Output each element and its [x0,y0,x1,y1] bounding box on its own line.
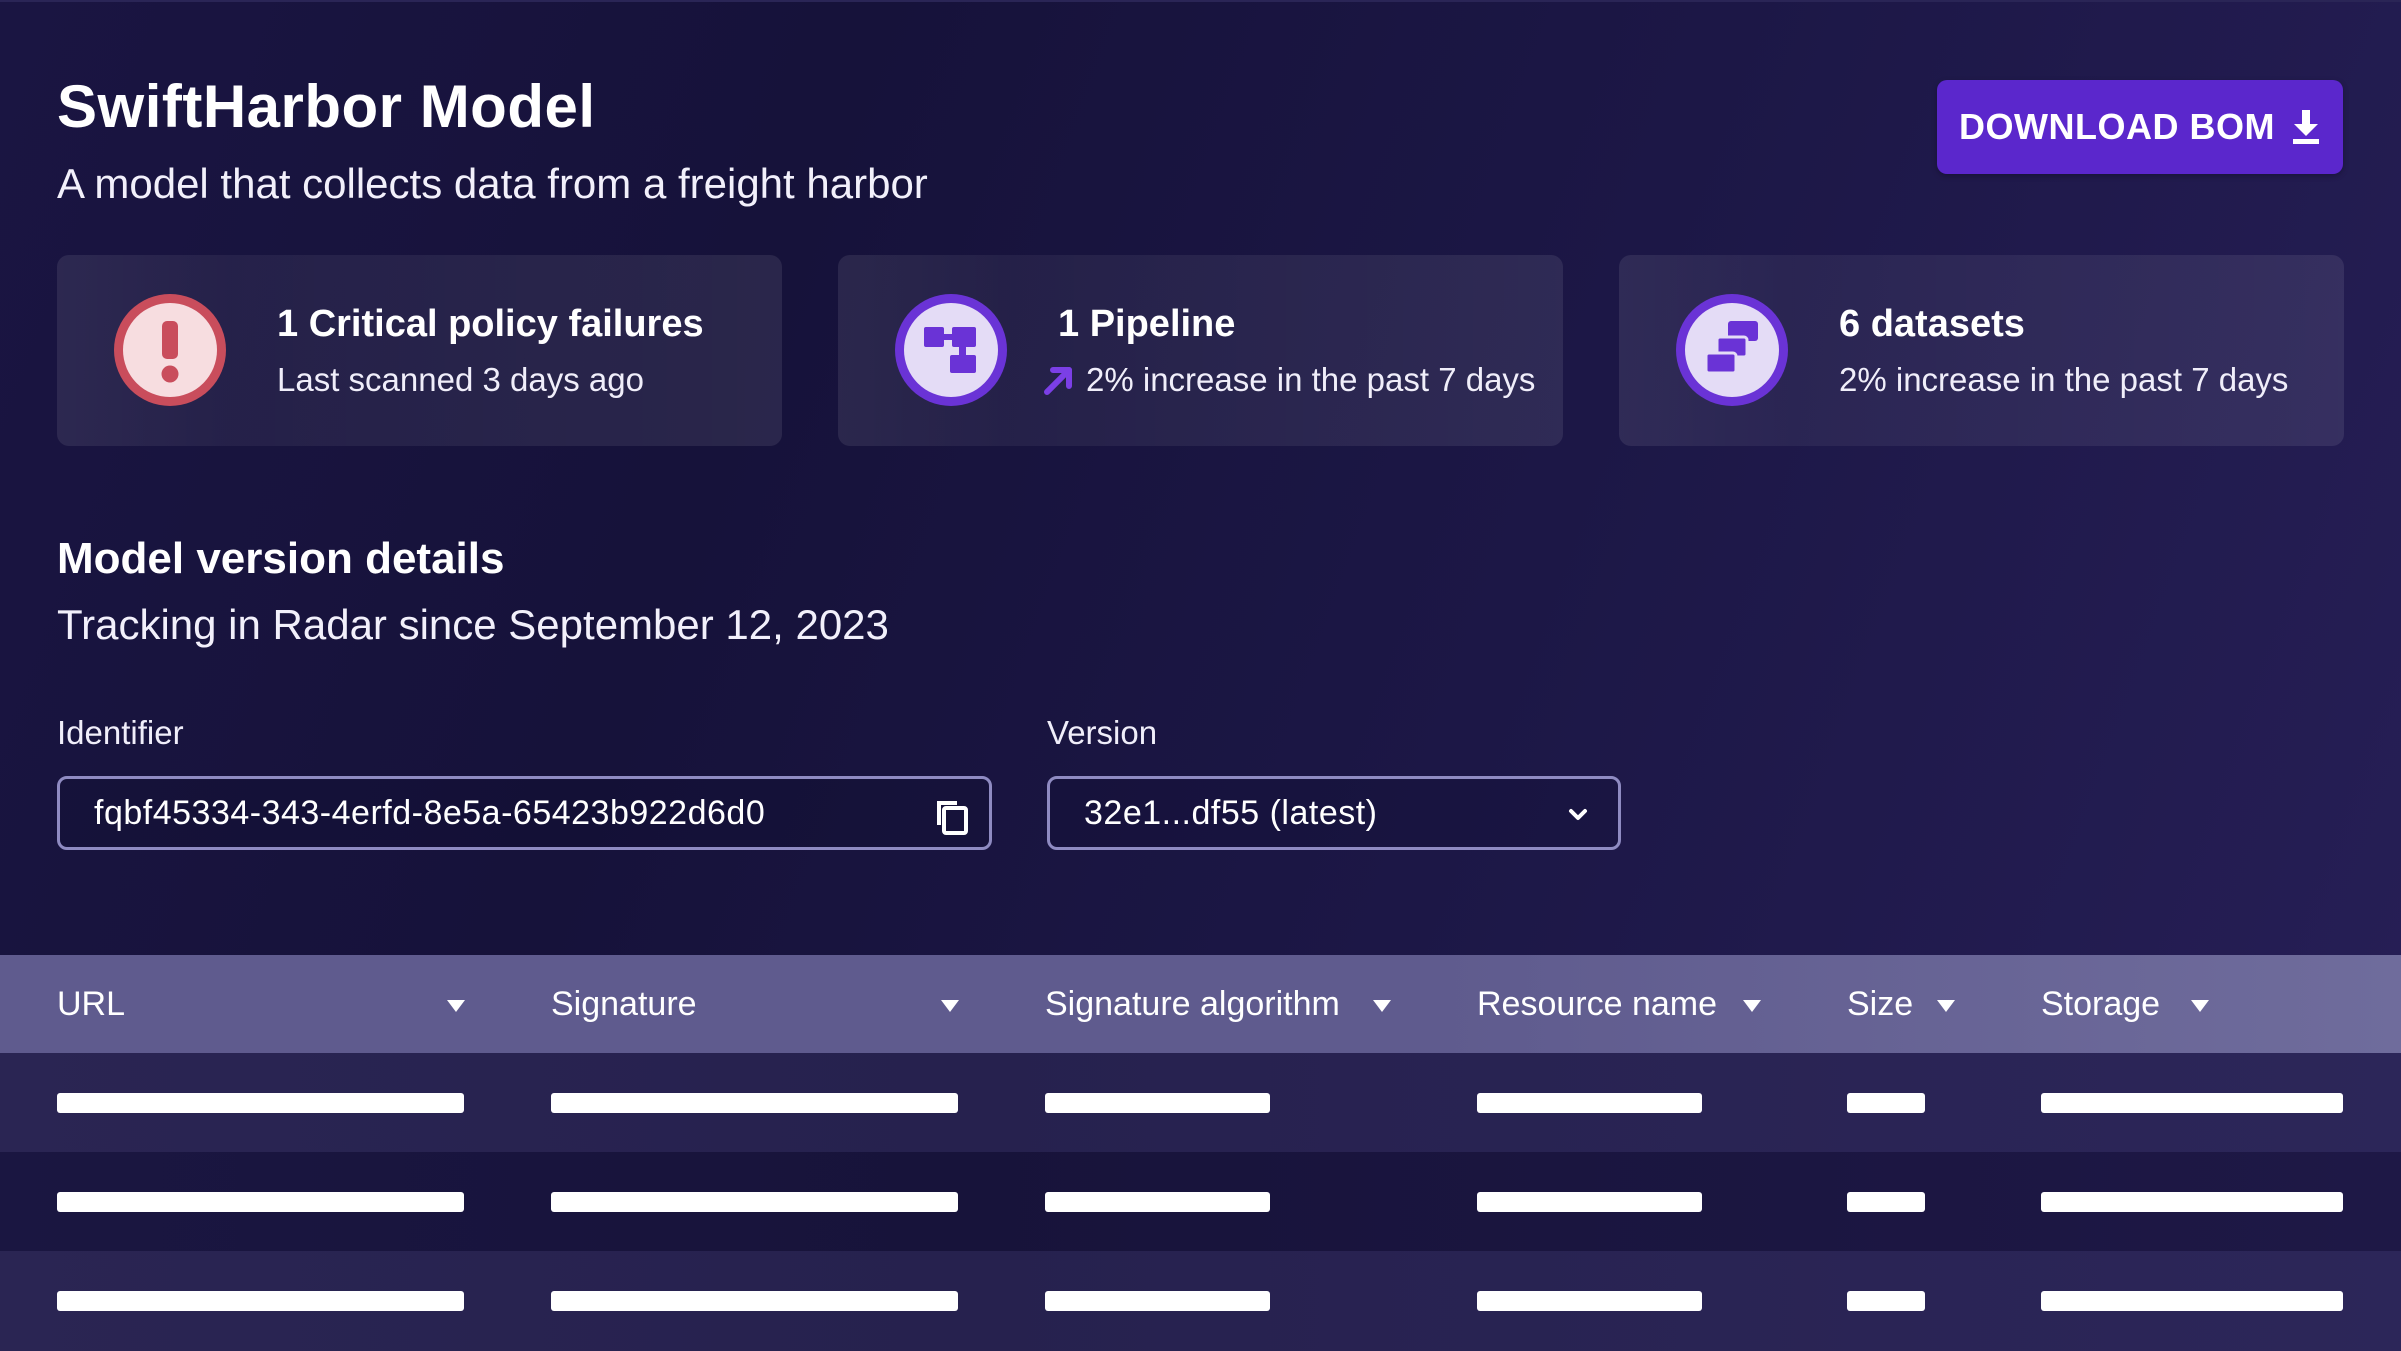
placeholder-bar [1847,1192,1925,1212]
column-label: Signature algorithm [1045,984,1340,1023]
column-label: Resource name [1477,984,1718,1023]
placeholder-bar [57,1192,464,1212]
placeholder-bar [2041,1093,2343,1113]
placeholder-bar [1045,1093,1270,1113]
column-header-signature[interactable]: Signature [551,955,697,1053]
placeholder-bar [1847,1291,1925,1311]
download-icon [2292,110,2319,144]
pipeline-card[interactable]: 1 Pipeline 2% increase in the past 7 day… [838,255,1563,446]
download-bom-button[interactable]: DOWNLOAD BOM [1937,80,2343,174]
table-row[interactable] [0,1053,2401,1152]
column-header-url[interactable]: URL [57,955,125,1053]
sort-caret-icon[interactable] [1937,1000,1955,1012]
alert-exclamation-icon [111,291,229,409]
pipeline-subtitle: 2% increase in the past 7 days [1042,361,1535,399]
table-row[interactable] [0,1152,2401,1251]
datasets-subtitle: 2% increase in the past 7 days [1839,361,2289,398]
sort-caret-icon[interactable] [2191,1000,2209,1012]
placeholder-bar [57,1093,464,1113]
pipeline-trend-text: 2% increase in the past 7 days [1086,361,1536,398]
copy-icon[interactable] [933,795,969,835]
placeholder-bar [1477,1291,1702,1311]
datasets-title: 6 datasets [1839,303,2025,345]
placeholder-bar [1045,1291,1270,1311]
placeholder-bar [1477,1192,1702,1212]
page-subtitle: A model that collects data from a freigh… [57,160,928,207]
datasets-icon [1673,291,1791,409]
chevron-down-icon [1569,809,1587,820]
placeholder-bar [1045,1192,1270,1212]
table-row[interactable] [0,1251,2401,1351]
placeholder-bar [551,1093,958,1113]
version-details-title: Model version details [57,534,505,583]
version-label: Version [1047,714,1158,751]
column-label: Storage [2041,984,2161,1023]
policy-failures-card[interactable]: 1 Critical policy failures Last scanned … [57,255,782,446]
pipeline-icon [892,291,1010,409]
table-header: URL Signature Signature algorithm Resour… [0,955,2401,1053]
policy-failures-title: 1 Critical policy failures [277,303,704,345]
column-header-resource-name[interactable]: Resource name [1477,955,1717,1053]
sort-caret-icon[interactable] [1743,1000,1761,1012]
identifier-label: Identifier [57,714,184,751]
up-right-arrow-icon [1044,367,1072,395]
column-label: Size [1847,984,1914,1023]
placeholder-bar [2041,1291,2343,1311]
version-select[interactable]: 32e1...df55 (latest) [1047,776,1621,850]
pipeline-title: 1 Pipeline [1058,303,1236,345]
identifier-field[interactable]: fqbf45334-343-4erfd-8e5a-65423b922d6d0 [57,776,992,850]
page-title: SwiftHarbor Model [57,73,596,140]
placeholder-bar [551,1192,958,1212]
sort-caret-icon[interactable] [941,1000,959,1012]
identifier-value: fqbf45334-343-4erfd-8e5a-65423b922d6d0 [94,793,766,832]
placeholder-bar [1847,1093,1925,1113]
column-label: Signature [551,984,697,1023]
version-value: 32e1...df55 (latest) [1084,793,1378,832]
download-bom-label: DOWNLOAD BOM [1959,106,2275,147]
sort-caret-icon[interactable] [447,1000,465,1012]
version-details-subtitle: Tracking in Radar since September 12, 20… [57,601,889,648]
placeholder-bar [57,1291,464,1311]
column-header-signature-algorithm[interactable]: Signature algorithm [1045,955,1340,1053]
placeholder-bar [1477,1093,1702,1113]
column-label: URL [57,984,126,1023]
column-header-size[interactable]: Size [1847,955,1913,1053]
sort-caret-icon[interactable] [1373,1000,1391,1012]
datasets-card[interactable]: 6 datasets 2% increase in the past 7 day… [1619,255,2344,446]
placeholder-bar [2041,1192,2343,1212]
policy-failures-subtitle: Last scanned 3 days ago [277,361,644,398]
window-top-edge [0,0,2401,2]
placeholder-bar [551,1291,958,1311]
column-header-storage[interactable]: Storage [2041,955,2160,1053]
